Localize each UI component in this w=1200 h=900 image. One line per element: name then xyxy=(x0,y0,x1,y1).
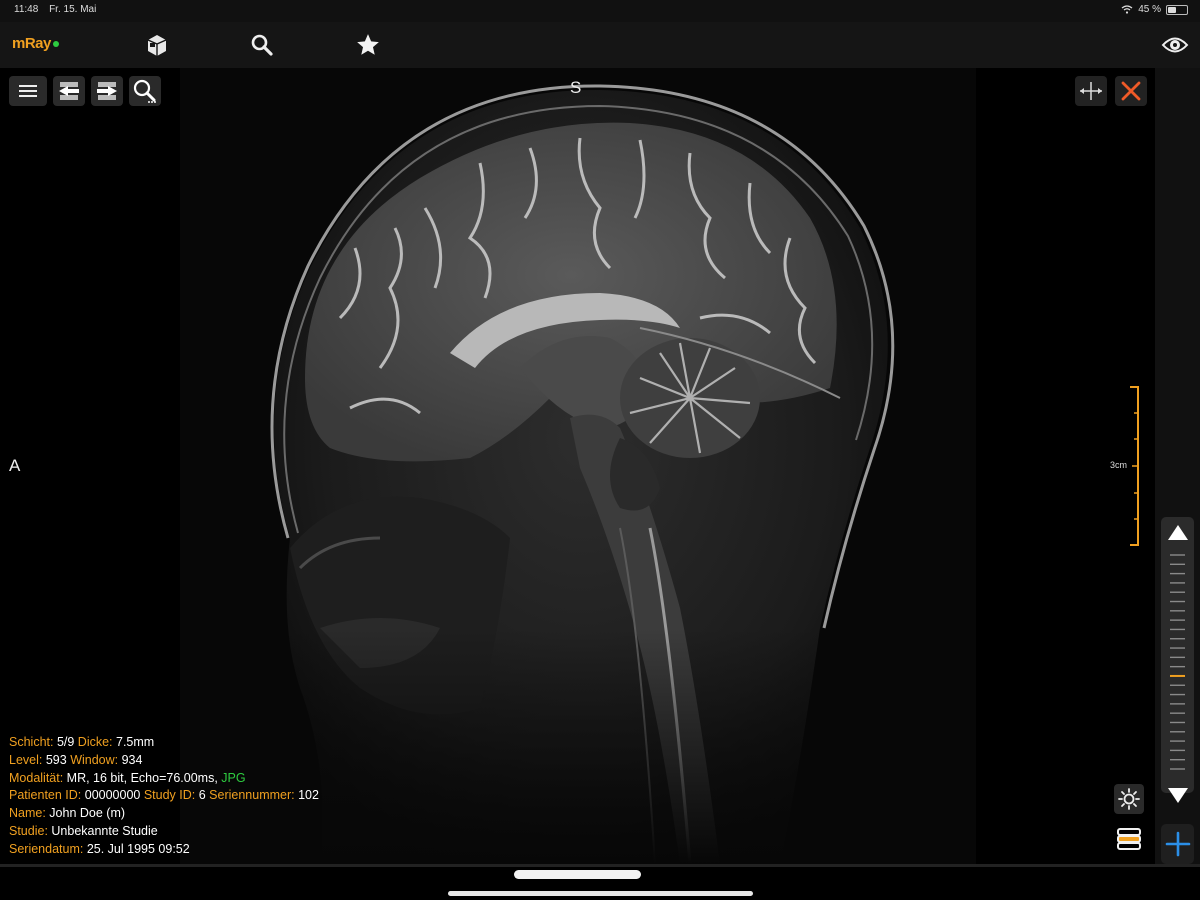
dicom-info-overlay: Schicht: 5/9 Dicke: 7.5mm Level: 593 Win… xyxy=(9,734,319,859)
status-bar: 11:48 Fr. 15. Mai 45 % xyxy=(0,0,1200,22)
series-date-value: 25. Jul 1995 09:52 xyxy=(86,841,190,856)
orientation-left-label: A xyxy=(9,456,21,475)
online-status-dot xyxy=(52,41,59,48)
search-icon xyxy=(251,34,273,56)
slice-down-button[interactable] xyxy=(1161,781,1194,809)
viewer-tools-right xyxy=(1075,76,1147,106)
info-row-modality: Modalität: MR, 16 bit, Echo=76.00ms, JPG xyxy=(9,770,319,788)
window-label: Window: xyxy=(70,752,122,767)
info-row-date: Seriendatum: 25. Jul 1995 09:52 xyxy=(9,841,319,859)
thickness-value: 7.5mm xyxy=(116,735,155,749)
level-label: Level: xyxy=(9,752,46,767)
fit-icon xyxy=(1080,82,1102,100)
slice-label: Schicht: xyxy=(9,735,57,749)
menu-button[interactable] xyxy=(9,76,47,106)
orientation-top-label: S xyxy=(570,78,582,97)
fit-width-button[interactable] xyxy=(1075,76,1107,106)
series-date-label: Seriendatum: xyxy=(9,841,87,856)
viewer-tools-left xyxy=(9,76,161,106)
plus-icon xyxy=(1165,831,1190,857)
wifi-icon xyxy=(1121,5,1133,14)
mray-logo[interactable]: mRay xyxy=(12,35,59,52)
series-number-label: Seriennummer: xyxy=(209,788,299,803)
arrow-up-icon xyxy=(1167,525,1188,540)
app-toolbar: mRay xyxy=(0,22,1200,68)
menu-icon xyxy=(19,85,37,97)
status-time: 11:48 xyxy=(14,4,39,15)
close-icon xyxy=(1121,81,1141,101)
slice-tick-track[interactable] xyxy=(1169,551,1186,773)
status-right: 45 % xyxy=(1121,4,1188,15)
close-viewer-button[interactable] xyxy=(1115,76,1147,106)
favorites-button[interactable] xyxy=(353,30,383,60)
scale-label: 3cm xyxy=(1110,460,1128,470)
view-options-button[interactable] xyxy=(1160,30,1190,60)
brightness-button[interactable] xyxy=(1114,784,1144,814)
study-value: Unbekannte Studie xyxy=(51,823,158,838)
series-number-value: 102 xyxy=(298,788,319,803)
patient-id-value: 00000000 xyxy=(84,788,144,803)
status-left: 11:48 Fr. 15. Mai xyxy=(14,4,96,15)
format-value: JPG xyxy=(221,770,246,785)
info-row-slice: Schicht: 5/9 Dicke: 7.5mm xyxy=(9,734,319,752)
name-value: John Doe (m) xyxy=(49,806,126,821)
modality-value: MR, 16 bit, Echo=76.00ms, xyxy=(66,770,222,785)
slice-scroller[interactable] xyxy=(1161,517,1194,803)
slice-value: 5/9 xyxy=(56,735,78,749)
window-value: 934 xyxy=(121,752,143,767)
slice-up-button[interactable] xyxy=(1161,519,1194,547)
battery-icon xyxy=(1166,4,1188,15)
layers-icon xyxy=(1117,828,1141,850)
name-label: Name: xyxy=(9,806,50,821)
app-root: 11:48 Fr. 15. Mai 45 % mRay S A 3cm Schi… xyxy=(0,0,1200,900)
thickness-label: Dicke: xyxy=(77,735,116,749)
star-icon xyxy=(357,34,379,55)
info-row-name: Name: John Doe (m) xyxy=(9,805,319,823)
info-row-level: Level: 593 Window: 934 xyxy=(9,752,319,770)
battery-text: 45 % xyxy=(1138,4,1161,15)
image-viewer[interactable]: S A 3cm Schicht: 5/9 Dicke: 7.5mm Level:… xyxy=(0,68,1155,864)
eye-icon xyxy=(1161,37,1189,53)
studies-button[interactable] xyxy=(142,30,172,60)
search-button[interactable] xyxy=(247,30,277,60)
logo-text: mRay xyxy=(12,35,51,52)
scale-bar xyxy=(1130,386,1139,546)
bottom-bar xyxy=(0,864,1200,900)
battery-fill xyxy=(1168,6,1177,13)
level-value: 593 xyxy=(45,752,71,767)
add-button[interactable] xyxy=(1161,824,1194,864)
cube-icon xyxy=(147,35,167,56)
next-series-button[interactable] xyxy=(91,76,123,106)
study-id-value: 6 xyxy=(198,788,210,803)
page-indicator[interactable] xyxy=(514,870,641,879)
study-label: Studie: xyxy=(9,823,52,838)
status-date: Fr. 15. Mai xyxy=(49,4,97,15)
series-prev-icon xyxy=(59,82,79,100)
zoom-icon xyxy=(133,79,156,103)
series-next-icon xyxy=(97,82,117,100)
study-id-label: Study ID: xyxy=(143,788,199,803)
previous-series-button[interactable] xyxy=(53,76,85,106)
info-row-ids: Patienten ID: 00000000 Study ID: 6 Serie… xyxy=(9,787,319,805)
brightness-icon xyxy=(1118,788,1140,810)
zoom-button[interactable] xyxy=(129,76,161,106)
layers-button[interactable] xyxy=(1114,824,1144,854)
arrow-down-icon xyxy=(1167,788,1188,803)
modality-label: Modalität: xyxy=(9,770,67,785)
patient-id-label: Patienten ID: xyxy=(9,788,85,803)
home-indicator[interactable] xyxy=(448,891,753,896)
info-row-study: Studie: Unbekannte Studie xyxy=(9,823,319,841)
slice-sidebar xyxy=(1155,68,1200,864)
